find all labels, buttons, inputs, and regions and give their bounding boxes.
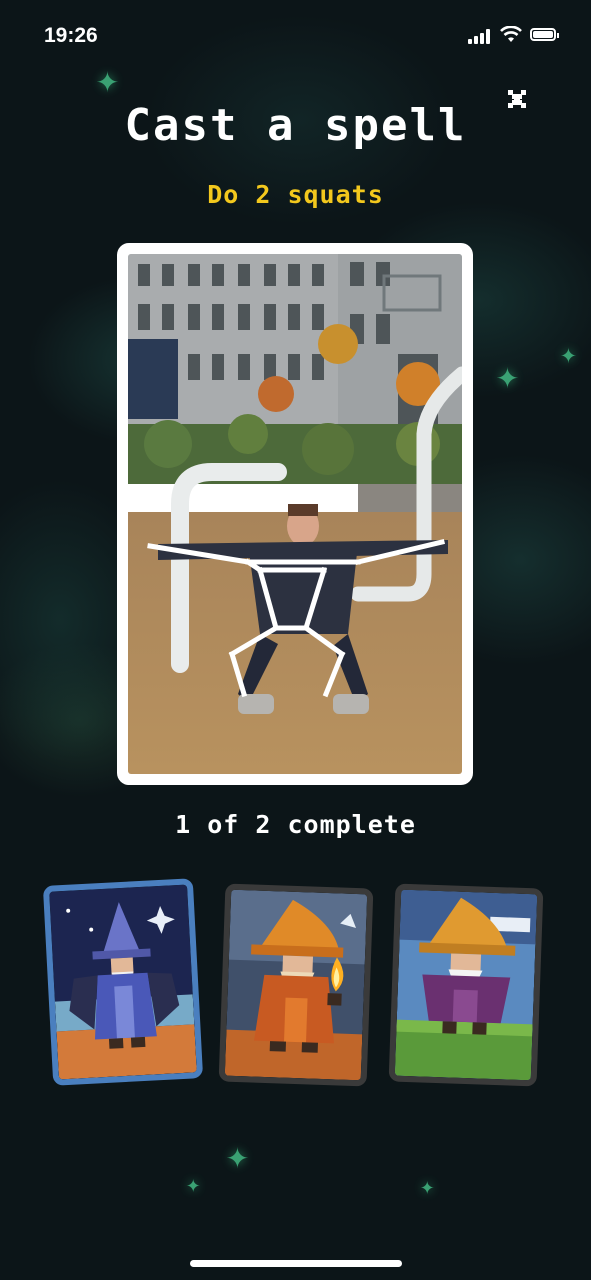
page-title: Cast a spell [124, 100, 467, 151]
wizard-image [49, 884, 197, 1080]
sparkle-icon: ✦ [496, 353, 519, 397]
sparkle-icon: ✦ [226, 1133, 249, 1177]
wizard-image [394, 889, 538, 1081]
spell-screen: ✦ ✦ ✦ ✦ ✦ ✦ 19:26 Cast a spell Do 2 squa… [0, 0, 591, 1280]
camera-feed [128, 254, 462, 774]
battery-icon [530, 28, 559, 41]
wifi-icon [500, 26, 522, 42]
sparkle-icon: ✦ [186, 1170, 201, 1198]
camera-frame [117, 243, 473, 785]
wizard-card-fire[interactable] [218, 883, 374, 1087]
home-indicator[interactable] [190, 1260, 402, 1267]
sparkle-icon: ✦ [560, 337, 577, 370]
signal-icon [468, 28, 492, 44]
wizard-card-purple[interactable] [388, 883, 544, 1087]
progress-text: 1 of 2 complete [175, 810, 416, 839]
wizard-image [224, 889, 368, 1081]
status-time: 19:26 [44, 24, 98, 47]
sparkle-icon: ✦ [420, 1172, 435, 1200]
status-bar: 19:26 [0, 22, 591, 52]
exercise-instruction: Do 2 squats [207, 180, 384, 209]
wizard-card-blue[interactable] [42, 878, 204, 1086]
sparkle-icon: ✦ [96, 57, 119, 101]
